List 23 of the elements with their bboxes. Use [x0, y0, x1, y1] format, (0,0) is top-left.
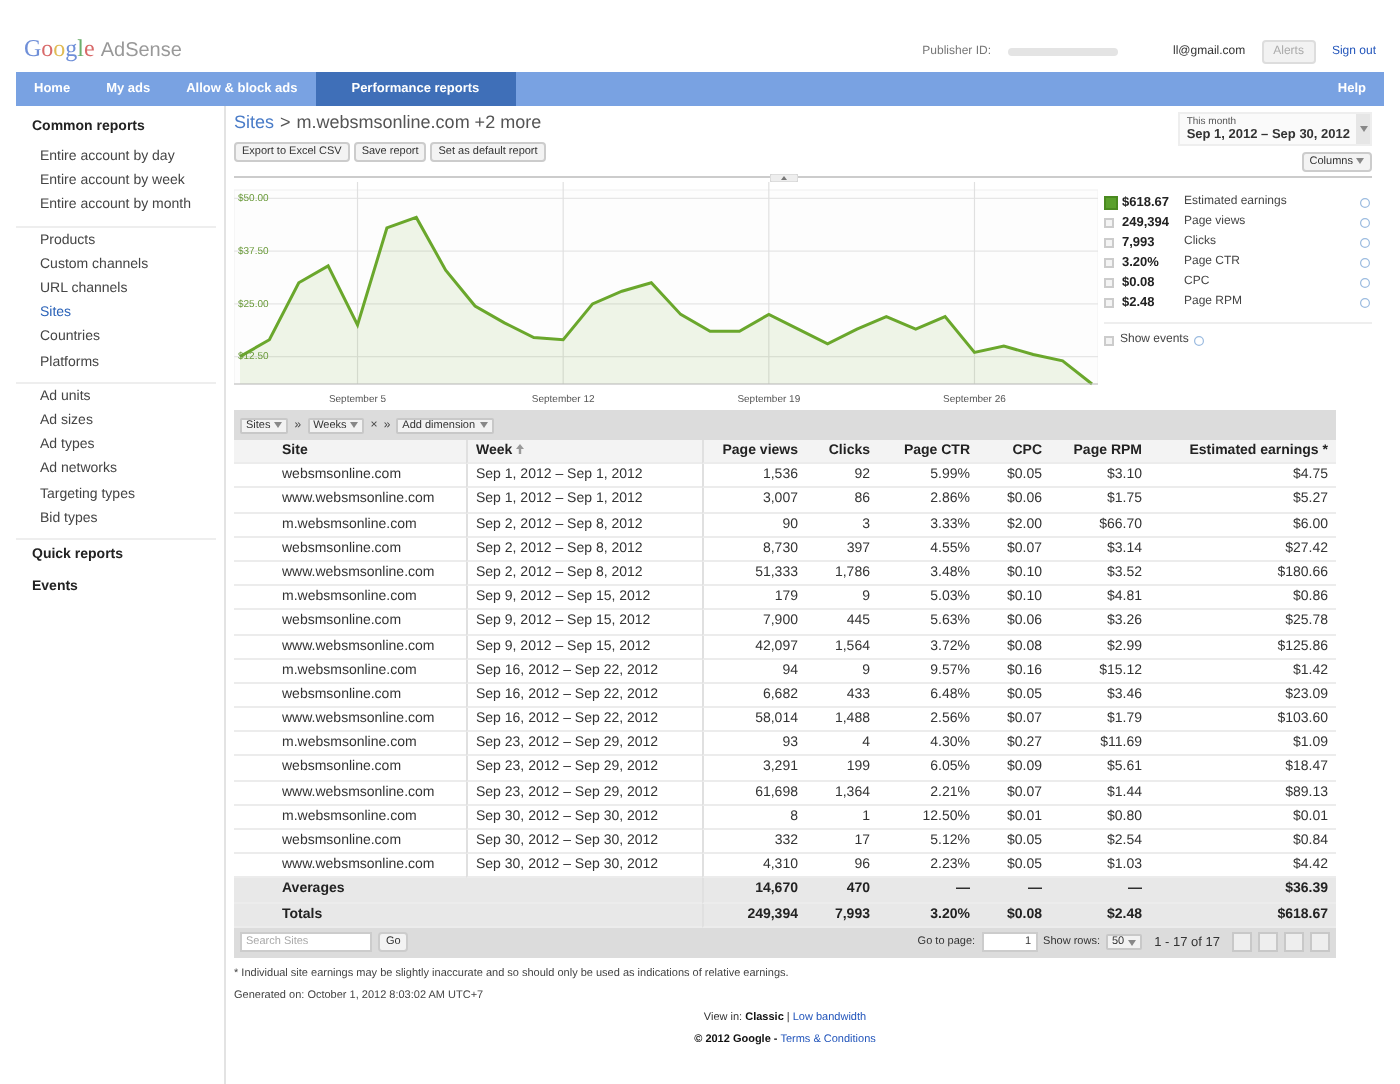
sort-arrow-icon: [516, 444, 525, 454]
breadcrumb-current: m.websmsonline.com +2 more: [296, 112, 542, 132]
pager-button[interactable]: [1232, 932, 1252, 953]
metric-checkbox[interactable]: [1104, 195, 1118, 209]
caret-icon: [1128, 939, 1137, 946]
metric-checkbox[interactable]: [1104, 217, 1114, 227]
pager-button[interactable]: [1310, 932, 1330, 953]
pager-button[interactable]: [1284, 932, 1304, 953]
breadcrumb-separator: >: [280, 112, 291, 132]
pager-button[interactable]: [1258, 932, 1278, 953]
caret-icon: [350, 422, 359, 428]
collapse-handle-icon[interactable]: [770, 174, 798, 182]
caret-icon: [274, 422, 283, 428]
metric-checkbox[interactable]: [1104, 237, 1114, 247]
metric-checkbox[interactable]: [1104, 297, 1114, 307]
breadcrumb-link[interactable]: Sites: [234, 112, 275, 132]
caret-icon: [479, 422, 488, 428]
caret-icon: [1359, 126, 1367, 132]
caret-icon: [1356, 158, 1364, 164]
metric-checkbox[interactable]: [1104, 257, 1114, 267]
show-events-checkbox[interactable]: [1104, 335, 1114, 345]
metric-checkbox[interactable]: [1104, 277, 1114, 287]
help-icon[interactable]: [1194, 335, 1205, 345]
